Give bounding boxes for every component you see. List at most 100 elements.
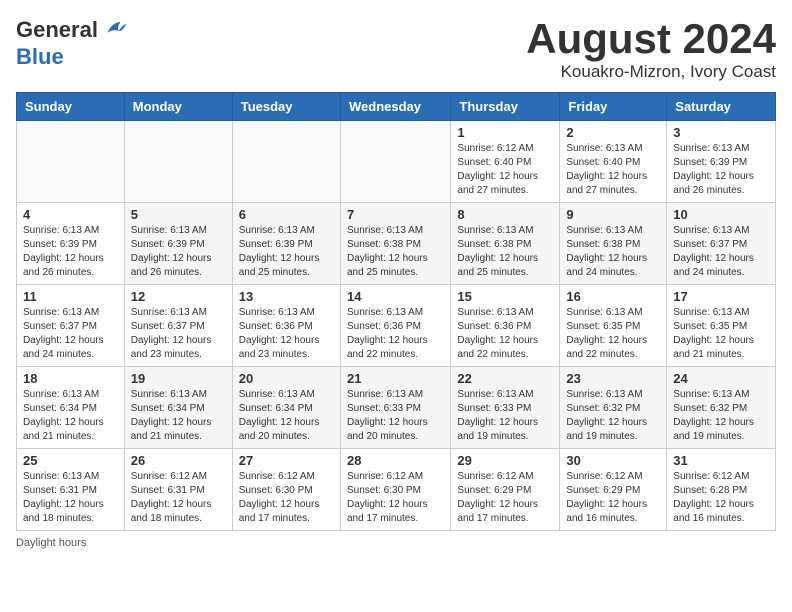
calendar-subtitle: Kouakro-Mizron, Ivory Coast bbox=[526, 62, 776, 82]
calendar-day-header: Thursday bbox=[451, 93, 560, 121]
calendar-cell: 31 Sunrise: 6:12 AM Sunset: 6:28 PM Dayli… bbox=[667, 449, 776, 531]
calendar-cell: 19 Sunrise: 6:13 AM Sunset: 6:34 PM Dayli… bbox=[124, 367, 232, 449]
day-number: 22 bbox=[457, 371, 553, 386]
day-info: Sunrise: 6:13 AM Sunset: 6:36 PM Dayligh… bbox=[347, 306, 444, 362]
day-info: Sunrise: 6:13 AM Sunset: 6:37 PM Dayligh… bbox=[673, 224, 769, 280]
day-info: Sunrise: 6:13 AM Sunset: 6:35 PM Dayligh… bbox=[673, 306, 769, 362]
calendar-cell bbox=[232, 121, 340, 203]
day-number: 6 bbox=[239, 207, 334, 222]
calendar-cell: 24Sunrise: 6:13 AM Sunset: 6:32 PM Dayli… bbox=[667, 367, 776, 449]
calendar-cell: 30Sunrise: 6:12 AM Sunset: 6:29 PM Dayli… bbox=[560, 449, 667, 531]
calendar-cell: 23 Sunrise: 6:13 AM Sunset: 6:32 PM Dayli… bbox=[560, 367, 667, 449]
day-number: 4 bbox=[23, 207, 118, 222]
day-number: 5 bbox=[131, 207, 226, 222]
day-info: Sunrise: 6:12 AM Sunset: 6:31 PM Dayligh… bbox=[131, 470, 226, 526]
calendar-day-header: Tuesday bbox=[232, 93, 340, 121]
page-header: General Blue August 2024 Kouakro-Mizron,… bbox=[16, 16, 776, 82]
day-info: Sunrise: 6:13 AM Sunset: 6:34 PM Dayligh… bbox=[239, 388, 334, 444]
calendar-cell: 1Sunrise: 6:12 AM Sunset: 6:40 PM Daylig… bbox=[451, 121, 560, 203]
calendar-cell: 15 Sunrise: 6:13 AM Sunset: 6:36 PM Dayli… bbox=[451, 285, 560, 367]
day-number: 9 bbox=[566, 207, 660, 222]
calendar-cell: 22 Sunrise: 6:13 AM Sunset: 6:33 PM Dayli… bbox=[451, 367, 560, 449]
calendar-week-row: 18 Sunrise: 6:13 AM Sunset: 6:34 PM Dayli… bbox=[17, 367, 776, 449]
day-number: 31 bbox=[673, 453, 769, 468]
day-info: Sunrise: 6:13 AM Sunset: 6:32 PM Dayligh… bbox=[566, 388, 660, 444]
day-number: 21 bbox=[347, 371, 444, 386]
day-info: Sunrise: 6:12 AM Sunset: 6:29 PM Dayligh… bbox=[457, 470, 553, 526]
calendar-week-row: 1Sunrise: 6:12 AM Sunset: 6:40 PM Daylig… bbox=[17, 121, 776, 203]
calendar-cell: 25Sunrise: 6:13 AM Sunset: 6:31 PM Dayli… bbox=[17, 449, 125, 531]
calendar-week-row: 25Sunrise: 6:13 AM Sunset: 6:31 PM Dayli… bbox=[17, 449, 776, 531]
calendar-cell: 20 Sunrise: 6:13 AM Sunset: 6:34 PM Dayli… bbox=[232, 367, 340, 449]
day-number: 20 bbox=[239, 371, 334, 386]
calendar-table: SundayMondayTuesdayWednesdayThursdayFrid… bbox=[16, 92, 776, 531]
calendar-week-row: 11Sunrise: 6:13 AM Sunset: 6:37 PM Dayli… bbox=[17, 285, 776, 367]
calendar-cell bbox=[17, 121, 125, 203]
day-info: Sunrise: 6:13 AM Sunset: 6:33 PM Dayligh… bbox=[457, 388, 553, 444]
calendar-cell: 11Sunrise: 6:13 AM Sunset: 6:37 PM Dayli… bbox=[17, 285, 125, 367]
day-info: Sunrise: 6:13 AM Sunset: 6:31 PM Dayligh… bbox=[23, 470, 118, 526]
day-info: Sunrise: 6:13 AM Sunset: 6:36 PM Dayligh… bbox=[457, 306, 553, 362]
day-info: Sunrise: 6:13 AM Sunset: 6:34 PM Dayligh… bbox=[23, 388, 118, 444]
calendar-day-header: Monday bbox=[124, 93, 232, 121]
logo-general-text: General bbox=[16, 17, 98, 43]
day-info: Sunrise: 6:12 AM Sunset: 6:40 PM Dayligh… bbox=[457, 142, 553, 198]
day-number: 2 bbox=[566, 125, 660, 140]
day-number: 27 bbox=[239, 453, 334, 468]
calendar-day-header: Saturday bbox=[667, 93, 776, 121]
calendar-cell: 4Sunrise: 6:13 AM Sunset: 6:39 PM Daylig… bbox=[17, 203, 125, 285]
calendar-cell: 18 Sunrise: 6:13 AM Sunset: 6:34 PM Dayli… bbox=[17, 367, 125, 449]
day-number: 8 bbox=[457, 207, 553, 222]
calendar-cell: 17 Sunrise: 6:13 AM Sunset: 6:35 PM Dayli… bbox=[667, 285, 776, 367]
day-number: 10 bbox=[673, 207, 769, 222]
day-number: 26 bbox=[131, 453, 226, 468]
day-info: Sunrise: 6:13 AM Sunset: 6:34 PM Dayligh… bbox=[131, 388, 226, 444]
calendar-title: August 2024 bbox=[526, 16, 776, 62]
calendar-header-row: SundayMondayTuesdayWednesdayThursdayFrid… bbox=[17, 93, 776, 121]
day-number: 17 bbox=[673, 289, 769, 304]
day-info: Sunrise: 6:13 AM Sunset: 6:33 PM Dayligh… bbox=[347, 388, 444, 444]
day-number: 3 bbox=[673, 125, 769, 140]
day-number: 12 bbox=[131, 289, 226, 304]
calendar-cell: 8 Sunrise: 6:13 AM Sunset: 6:38 PM Daylig… bbox=[451, 203, 560, 285]
day-number: 16 bbox=[566, 289, 660, 304]
day-info: Sunrise: 6:13 AM Sunset: 6:38 PM Dayligh… bbox=[457, 224, 553, 280]
day-info: Sunrise: 6:13 AM Sunset: 6:36 PM Dayligh… bbox=[239, 306, 334, 362]
day-info: Sunrise: 6:13 AM Sunset: 6:39 PM Dayligh… bbox=[673, 142, 769, 198]
day-info: Sunrise: 6:13 AM Sunset: 6:40 PM Dayligh… bbox=[566, 142, 660, 198]
calendar-cell: 9 Sunrise: 6:13 AM Sunset: 6:38 PM Daylig… bbox=[560, 203, 667, 285]
logo-bird-icon bbox=[100, 16, 128, 44]
day-info: Sunrise: 6:13 AM Sunset: 6:37 PM Dayligh… bbox=[23, 306, 118, 362]
calendar-cell: 6Sunrise: 6:13 AM Sunset: 6:39 PM Daylig… bbox=[232, 203, 340, 285]
logo-blue-text: Blue bbox=[16, 44, 64, 70]
day-info: Sunrise: 6:12 AM Sunset: 6:29 PM Dayligh… bbox=[566, 470, 660, 526]
day-number: 14 bbox=[347, 289, 444, 304]
calendar-cell: 13Sunrise: 6:13 AM Sunset: 6:36 PM Dayli… bbox=[232, 285, 340, 367]
day-number: 19 bbox=[131, 371, 226, 386]
calendar-cell: 12Sunrise: 6:13 AM Sunset: 6:37 PM Dayli… bbox=[124, 285, 232, 367]
day-info: Sunrise: 6:13 AM Sunset: 6:39 PM Dayligh… bbox=[131, 224, 226, 280]
day-info: Sunrise: 6:13 AM Sunset: 6:32 PM Dayligh… bbox=[673, 388, 769, 444]
calendar-cell: 16Sunrise: 6:13 AM Sunset: 6:35 PM Dayli… bbox=[560, 285, 667, 367]
day-number: 23 bbox=[566, 371, 660, 386]
calendar-cell: 10 Sunrise: 6:13 AM Sunset: 6:37 PM Dayli… bbox=[667, 203, 776, 285]
calendar-cell: 21 Sunrise: 6:13 AM Sunset: 6:33 PM Dayli… bbox=[340, 367, 450, 449]
day-number: 28 bbox=[347, 453, 444, 468]
day-info: Sunrise: 6:12 AM Sunset: 6:30 PM Dayligh… bbox=[239, 470, 334, 526]
calendar-cell: 28Sunrise: 6:12 AM Sunset: 6:30 PM Dayli… bbox=[340, 449, 450, 531]
calendar-cell: 7 Sunrise: 6:13 AM Sunset: 6:38 PM Daylig… bbox=[340, 203, 450, 285]
logo: General Blue bbox=[16, 16, 128, 70]
calendar-cell bbox=[340, 121, 450, 203]
calendar-cell: 27 Sunrise: 6:12 AM Sunset: 6:30 PM Dayli… bbox=[232, 449, 340, 531]
day-number: 15 bbox=[457, 289, 553, 304]
footer-note: Daylight hours bbox=[16, 537, 776, 549]
day-number: 7 bbox=[347, 207, 444, 222]
calendar-week-row: 4 Sunrise: 6:13 AM Sunset: 6:39 PM Daylig… bbox=[17, 203, 776, 285]
calendar-cell: 14 Sunrise: 6:13 AM Sunset: 6:36 PM Dayli… bbox=[340, 285, 450, 367]
day-info: Sunrise: 6:13 AM Sunset: 6:38 PM Dayligh… bbox=[347, 224, 444, 280]
day-number: 18 bbox=[23, 371, 118, 386]
day-info: Sunrise: 6:12 AM Sunset: 6:28 PM Dayligh… bbox=[673, 470, 769, 526]
day-number: 29 bbox=[457, 453, 553, 468]
calendar-day-header: Sunday bbox=[17, 93, 125, 121]
day-info: Sunrise: 6:13 AM Sunset: 6:38 PM Dayligh… bbox=[566, 224, 660, 280]
